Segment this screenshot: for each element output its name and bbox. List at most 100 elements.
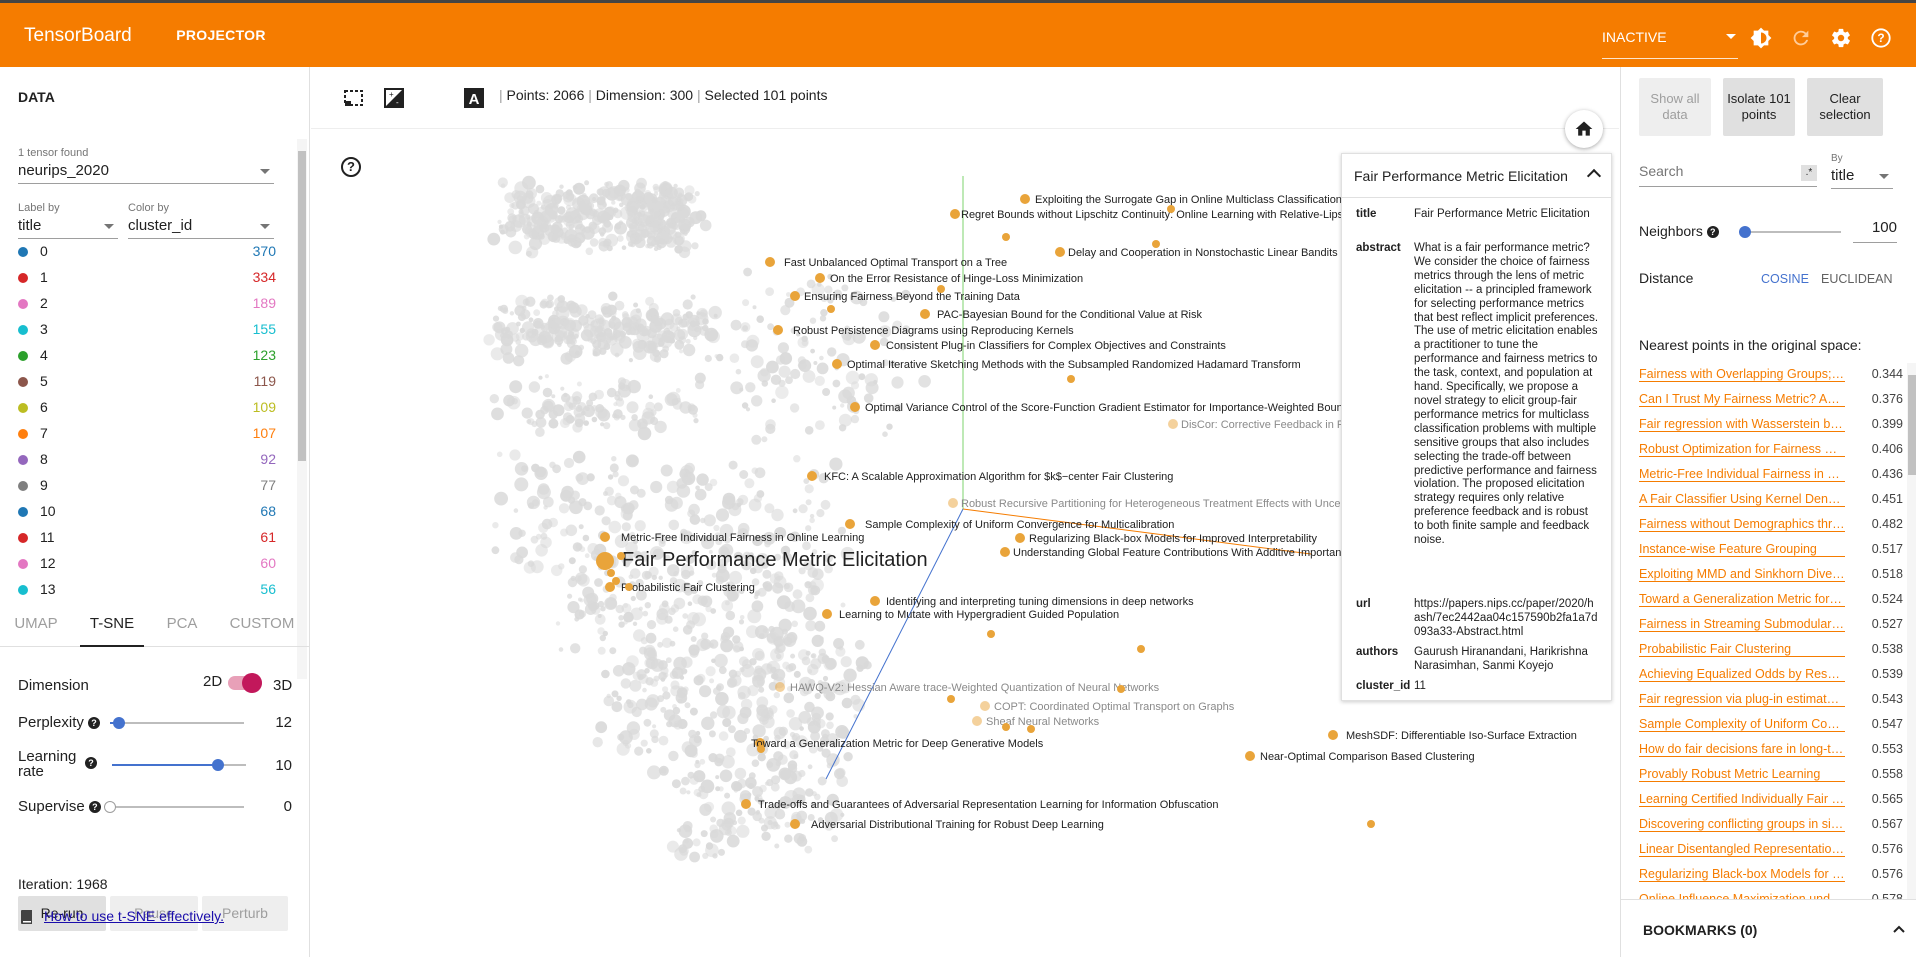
tab-pca[interactable]: PCA (156, 602, 208, 647)
nearest-point-item[interactable]: Discovering conflicting groups in sign..… (1639, 813, 1907, 838)
nearest-point-item[interactable]: Fairness in Streaming Submodular M... 0.5… (1639, 613, 1907, 638)
nearest-point-item[interactable]: Linear Disentangled Representations ... 0… (1639, 838, 1907, 863)
nearest-point-item[interactable]: How do fair decisions fare in long-ter..… (1639, 738, 1907, 763)
nearest-point-title[interactable]: Probabilistic Fair Clustering (1639, 642, 1845, 657)
nearest-point-title[interactable]: Provably Robust Metric Learning (1639, 767, 1845, 782)
select-box-icon[interactable] (343, 87, 365, 109)
nearest-point-title[interactable]: Fair regression via plug-in estimator ..… (1639, 692, 1845, 707)
nearest-point-item[interactable]: Exploiting MMD and Sinkhorn Diverg... 0.5… (1639, 563, 1907, 588)
scrollbar-thumb[interactable] (298, 151, 306, 461)
nearest-point-title[interactable]: Fairness with Overlapping Groups; a ... (1639, 367, 1845, 382)
tsne-help-link[interactable]: How to use t-SNE effectively. (44, 908, 224, 924)
nearest-point-item[interactable]: Fair regression with Wasserstein bary...… (1639, 413, 1907, 438)
isolate-points-button[interactable]: Isolate 101 points (1723, 78, 1795, 136)
nearest-point-title[interactable]: Online Influence Maximization under ... (1639, 892, 1845, 899)
search-field[interactable]: .* (1639, 163, 1817, 187)
nearest-point-item[interactable]: Provably Robust Metric Learning 0.558 (1639, 763, 1907, 788)
nearest-point-title[interactable]: Linear Disentangled Representations ... (1639, 842, 1845, 857)
nearest-point-item[interactable]: Metric-Free Individual Fairness in Onli.… (1639, 463, 1907, 488)
data-panel-scrollbar[interactable] (297, 139, 307, 679)
scrollbar-thumb[interactable] (1908, 375, 1916, 475)
cosine-button[interactable]: COSINE (1761, 272, 1809, 286)
brightness-icon[interactable] (1750, 27, 1772, 49)
tensor-select[interactable]: neurips_2020 (18, 160, 274, 184)
nearest-point-title[interactable]: Instance-wise Feature Grouping (1639, 542, 1845, 557)
nearest-point-title[interactable]: Fair regression with Wasserstein bary... (1639, 417, 1845, 432)
night-mode-icon[interactable]: +- (383, 87, 405, 109)
nearest-point-item[interactable]: Regularizing Black-box Models for Im... 0… (1639, 863, 1907, 888)
nearest-point-item[interactable]: Toward a Generalization Metric for D... 0… (1639, 588, 1907, 613)
refresh-icon[interactable] (1790, 27, 1812, 49)
nearest-point-title[interactable]: How do fair decisions fare in long-ter..… (1639, 742, 1845, 757)
neighbors-slider[interactable] (1739, 226, 1841, 238)
label-by-select[interactable]: title (18, 215, 118, 239)
nearest-point-title[interactable]: Robust Optimization for Fairness wit... (1639, 442, 1845, 457)
nearest-point-item[interactable]: Instance-wise Feature Grouping 0.517 (1639, 538, 1907, 563)
nearest-point-title[interactable]: Toward a Generalization Metric for D... (1639, 592, 1845, 607)
inspector-header[interactable]: Fair Performance Metric Elicitation (1342, 154, 1611, 198)
reset-view-button[interactable] (1565, 110, 1603, 148)
moon-icon[interactable] (423, 87, 445, 109)
nearest-point-title[interactable]: A Fair Classifier Using Kernel Density .… (1639, 492, 1845, 507)
nearest-list-scrollbar[interactable] (1907, 363, 1916, 899)
toggle-knob[interactable] (242, 673, 262, 693)
nearest-point-title[interactable]: Regularizing Black-box Models for Im... (1639, 867, 1845, 882)
nearest-point-item[interactable]: Achieving Equalized Odds by Resam... 0.53… (1639, 663, 1907, 688)
nearest-point-title[interactable]: Exploiting MMD and Sinkhorn Diverg... (1639, 567, 1845, 582)
euclidean-button[interactable]: EUCLIDEAN (1821, 272, 1893, 286)
nearest-point-title[interactable]: Sample Complexity of Uniform Conve... (1639, 717, 1845, 732)
nearest-point-item[interactable]: Online Influence Maximization under ... 0… (1639, 888, 1907, 899)
data-point (504, 192, 516, 204)
settings-icon[interactable] (1830, 27, 1852, 49)
tab-tsne[interactable]: T-SNE (80, 602, 144, 647)
help-icon[interactable]: ? (1870, 27, 1892, 49)
help-icon[interactable]: ? (1706, 226, 1719, 239)
nearest-point-item[interactable]: Fairness without Demographics thro... 0.4… (1639, 513, 1907, 538)
supervise-slider[interactable] (104, 801, 244, 813)
dimension-toggle[interactable] (228, 673, 262, 693)
run-status-dropdown[interactable]: INACTIVE (1602, 15, 1738, 59)
tab-projector[interactable]: PROJECTOR (169, 3, 273, 70)
nearest-point-item[interactable]: Robust Optimization for Fairness wit... 0… (1639, 438, 1907, 463)
nearest-point-title[interactable]: Achieving Equalized Odds by Resam... (1639, 667, 1845, 682)
help-icon[interactable]: ? (88, 717, 101, 730)
nearest-point-item[interactable]: Fairness with Overlapping Groups; a ... 0… (1639, 363, 1907, 388)
slider-knob[interactable] (113, 717, 126, 729)
slider-knob[interactable] (211, 759, 224, 771)
clear-selection-button[interactable]: Clear selection (1807, 78, 1883, 136)
chevron-up-icon[interactable] (1893, 925, 1905, 933)
nearest-point-item[interactable]: A Fair Classifier Using Kernel Density .… (1639, 488, 1907, 513)
chevron-up-icon[interactable] (1586, 168, 1602, 184)
nearest-point-title[interactable]: Fairness in Streaming Submodular M... (1639, 617, 1845, 632)
nearest-point-title[interactable]: Learning Certified Individually Fair Re.… (1639, 792, 1845, 807)
help-icon[interactable]: ? (85, 757, 97, 769)
nearest-point-title[interactable]: Discovering conflicting groups in sign..… (1639, 817, 1845, 832)
nearest-point-title[interactable]: Metric-Free Individual Fairness in Onli.… (1639, 467, 1845, 482)
search-by-select[interactable]: title (1831, 165, 1893, 189)
nearest-point-item[interactable]: Probabilistic Fair Clustering 0.538 (1639, 638, 1907, 663)
search-input[interactable] (1639, 163, 1789, 179)
tab-custom[interactable]: CUSTOM (222, 602, 302, 647)
neighbors-input[interactable]: 100 (1853, 219, 1897, 243)
show-all-data-button[interactable]: Show all data (1639, 78, 1711, 136)
slider-knob[interactable] (1739, 226, 1751, 238)
color-by-select[interactable]: cluster_id (128, 215, 274, 239)
cluster-label: 7 (40, 425, 48, 441)
tab-umap[interactable]: UMAP (0, 602, 72, 647)
nearest-point-item[interactable]: Fair regression via plug-in estimator ..… (1639, 688, 1907, 713)
learning-rate-slider[interactable] (112, 759, 246, 771)
nearest-point-item[interactable]: Learning Certified Individually Fair Re.… (1639, 788, 1907, 813)
nearest-point-title[interactable]: Can I Trust My Fairness Metric? Asse... (1639, 392, 1845, 407)
data-point (491, 407, 504, 421)
regex-toggle[interactable]: .* (1801, 165, 1817, 181)
help-icon[interactable]: ? (88, 801, 101, 814)
label-icon[interactable]: A (463, 87, 485, 109)
nearest-point-item[interactable]: Sample Complexity of Uniform Conve... 0.5… (1639, 713, 1907, 738)
nearest-point-title[interactable]: Fairness without Demographics thro... (1639, 517, 1845, 532)
data-point (615, 604, 625, 614)
data-point (730, 381, 744, 395)
slider-knob[interactable] (104, 801, 116, 813)
perplexity-slider[interactable] (110, 717, 244, 729)
nearest-point-item[interactable]: Can I Trust My Fairness Metric? Asse... 0… (1639, 388, 1907, 413)
bookmarks-panel[interactable]: BOOKMARKS (0) (1621, 899, 1916, 957)
